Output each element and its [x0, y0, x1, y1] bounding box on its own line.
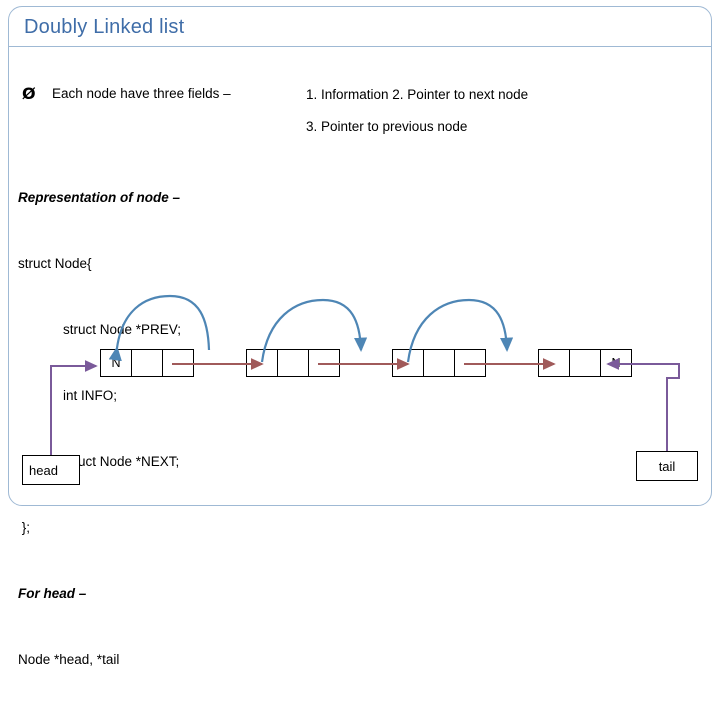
code-line-8: Node *head, *tail	[18, 652, 120, 667]
page-title: Doubly Linked list	[24, 16, 185, 38]
node-4-cell-1	[538, 349, 570, 377]
code-line-6: };	[18, 520, 31, 535]
node-1-cell-2	[131, 349, 163, 377]
tail-label-box: tail	[636, 451, 698, 481]
slide-canvas: Doubly Linked list Ø Each node have thre…	[0, 0, 720, 667]
fields-line-1: 1. Information 2. Pointer to next node	[306, 87, 529, 102]
code-line-3: struct Node *PREV;	[18, 322, 182, 337]
code-line-2: struct Node{	[18, 256, 92, 271]
code-line-4: int INFO;	[18, 388, 118, 403]
bullet-marker-icon: Ø	[22, 84, 36, 103]
node-4-cell-2	[569, 349, 601, 377]
node-2-cell-3	[308, 349, 340, 377]
bullet-text: Each node have three fields –	[52, 86, 231, 101]
node-3-cell-2	[423, 349, 455, 377]
node-2-cell-1	[246, 349, 278, 377]
title-divider	[9, 46, 711, 47]
node-2-cell-2	[277, 349, 309, 377]
node-4-cell-3: N	[600, 349, 632, 377]
code-line-7: For head –	[18, 586, 87, 601]
node-1-cell-3	[162, 349, 194, 377]
node-1-cell-1: N	[100, 349, 132, 377]
node-3-cell-1	[392, 349, 424, 377]
code-line-1: Representation of node –	[18, 190, 181, 205]
node-3-cell-3	[454, 349, 486, 377]
fields-line-2: 3. Pointer to previous node	[306, 119, 468, 134]
head-label-box: head	[22, 455, 80, 485]
code-block: Representation of node – struct Node{ st…	[18, 143, 181, 715]
